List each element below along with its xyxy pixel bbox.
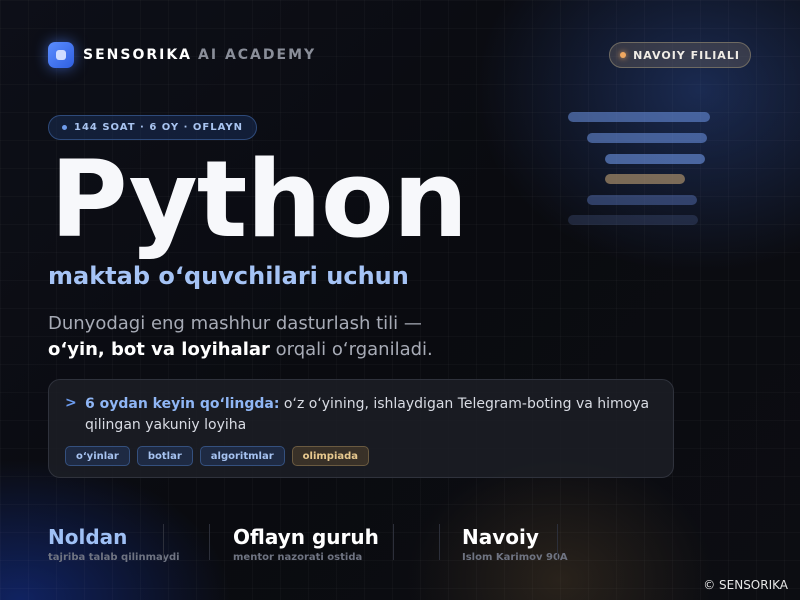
tag-bots: botlar: [136, 446, 193, 466]
tag-list: o‘yinlar botlar algoritmlar olimpiada: [65, 446, 370, 466]
grid-overlay: [0, 0, 800, 600]
branch-label: NAVOIY FILIALI: [633, 48, 740, 62]
course-description: Dunyodagi eng mashhur dasturlash tili — …: [48, 311, 568, 363]
tag-olympiad: olimpiada: [291, 446, 370, 466]
divider: [163, 524, 164, 560]
code-line-bar: [587, 195, 697, 205]
stat-label: mentor nazorati ostida: [233, 552, 363, 563]
tag-algorithms: algoritmlar: [199, 446, 285, 466]
code-line-bar: [605, 174, 685, 184]
desc-rest: orqali o‘rganiladi.: [269, 339, 433, 360]
prompt-chevron-icon: >: [65, 395, 77, 411]
outcome-card: > 6 oydan keyin qo‘lingda: o‘z o‘yining,…: [48, 379, 674, 478]
code-line-bar: [605, 154, 705, 164]
square-app-icon: [48, 42, 74, 68]
code-line-bar: [587, 133, 707, 143]
status-dot-icon: [620, 52, 627, 58]
tag-games: o‘yinlar: [65, 446, 130, 466]
outcome-highlight: 6 oydan keyin qo‘lingda:: [85, 396, 280, 412]
page-subtitle: maktab o‘quvchilari uchun: [48, 262, 409, 290]
page-title: Python: [50, 138, 468, 261]
brand-name: SENSORIKA: [83, 47, 193, 63]
bullet-dot-icon: [61, 125, 67, 130]
branch-badge: NAVOIY FILIALI: [609, 42, 751, 68]
copyright: © SENSORIKA: [703, 578, 788, 592]
code-line-bar: [568, 215, 698, 225]
stat-value: Noldan: [48, 525, 128, 549]
divider: [439, 524, 440, 560]
stat-label: Islom Karimov 90A: [462, 552, 568, 563]
stat-value: Navoiy: [462, 525, 539, 549]
code-line-bar: [568, 112, 710, 122]
brand-suffix: AI ACADEMY: [198, 47, 317, 63]
desc-line1: Dunyodagi eng mashhur dasturlash tili —: [48, 313, 422, 334]
stat-location: Navoiy Islom Karimov 90A: [462, 526, 568, 563]
divider: [557, 524, 558, 560]
divider: [393, 524, 394, 560]
divider: [209, 524, 210, 560]
desc-bold: o‘yin, bot va loyihalar: [48, 339, 270, 360]
stat-value: Oflayn guruh: [233, 525, 379, 549]
course-info-badge: 144 SOAT · 6 OY · OFLAYN: [48, 115, 257, 140]
course-info-label: 144 SOAT · 6 OY · OFLAYN: [73, 122, 244, 133]
outcome-text: 6 oydan keyin qo‘lingda: o‘z o‘yining, i…: [85, 394, 659, 436]
stat-start: Noldan tajriba talab qilinmaydi: [48, 526, 180, 563]
brand: SENSORIKA AI ACADEMY: [83, 47, 316, 63]
stat-label: tajriba talab qilinmaydi: [48, 552, 180, 563]
stat-group: Oflayn guruh mentor nazorati ostida: [233, 526, 379, 563]
